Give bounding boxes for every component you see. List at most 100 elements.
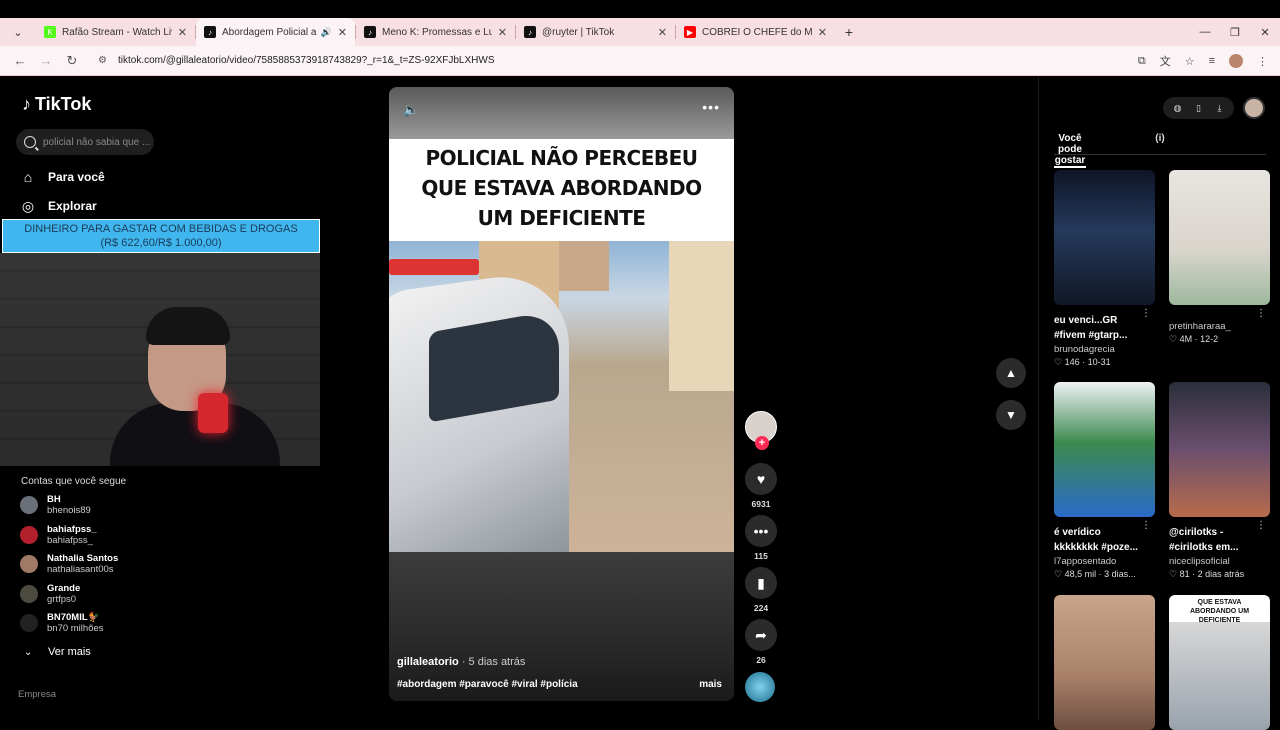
browser-tab[interactable]: ♪ Meno K: Promessas e Lutas no ✕ <box>356 18 515 46</box>
nav-for-you[interactable]: ⌂ Para você <box>20 169 105 185</box>
card-menu-icon[interactable]: ⋮ <box>1256 308 1266 319</box>
more-options-icon[interactable]: ••• <box>702 99 720 115</box>
recommended-video-card[interactable] <box>1054 595 1155 730</box>
like-action[interactable]: ♥ 6931 <box>745 463 777 509</box>
avatar[interactable] <box>20 496 38 514</box>
avatar[interactable] <box>20 584 38 603</box>
video-thumbnail[interactable] <box>1169 382 1270 517</box>
browser-menu-icon[interactable]: ⋮ <box>1257 55 1268 68</box>
download-icon[interactable]: ⤓ <box>1209 97 1230 119</box>
tab-title: Meno K: Promessas e Lutas no <box>382 26 492 38</box>
card-menu-icon[interactable]: ⋮ <box>1256 520 1266 531</box>
author-name[interactable]: gillaleatorio <box>397 656 459 668</box>
video-thumbnail[interactable] <box>1054 595 1155 730</box>
site-info-icon[interactable]: ⚙ <box>98 55 112 66</box>
bookmark-icon[interactable]: ▮ <box>745 567 777 599</box>
avatar[interactable] <box>20 555 38 573</box>
recommended-video-card[interactable]: QUE ESTAVA ABORDANDO UM DEFICIENTE <box>1169 595 1270 730</box>
profile-avatar[interactable] <box>1229 54 1243 68</box>
device-icon[interactable]: ▯ <box>1188 97 1209 119</box>
video-player[interactable]: POLICIAL NÃO PERCEBEU QUE ESTAVA ABORDAN… <box>389 87 734 701</box>
card-username[interactable]: l7apposentado <box>1054 555 1155 568</box>
user-avatar[interactable] <box>1243 97 1265 119</box>
share-icon[interactable]: ➦ <box>745 619 777 651</box>
tab-close-icon[interactable]: ✕ <box>818 26 827 39</box>
followed-account[interactable]: bahiafpss_ bahiafpss_ <box>20 524 97 546</box>
browser-tab[interactable]: K Rafão Stream - Watch Live on K ✕ <box>36 18 195 46</box>
close-window-icon[interactable]: ✕ <box>1250 26 1280 39</box>
save-action[interactable]: ▮ 224 <box>745 567 777 613</box>
browser-toolbar: ← → ↻ ⚙ tiktok.com/@gillaleatorio/video/… <box>0 46 1280 76</box>
search-placeholder: policial não sabia que ... <box>43 136 151 148</box>
card-title[interactable]: é verídico <box>1054 525 1155 540</box>
previous-video-button[interactable]: ▲ <box>996 358 1026 388</box>
video-thumbnail[interactable] <box>1054 382 1155 517</box>
video-thumbnail[interactable]: QUE ESTAVA ABORDANDO UM DEFICIENTE <box>1169 595 1270 730</box>
reload-icon[interactable]: ↻ <box>60 53 84 69</box>
card-title[interactable]: eu venci...GR <box>1054 313 1155 328</box>
video-thumbnail[interactable] <box>1169 170 1270 305</box>
music-disc-icon[interactable] <box>745 672 775 702</box>
browser-tab[interactable]: ♪ Abordagem Policial a Defici 🔊 ✕ <box>196 18 355 46</box>
avatar[interactable] <box>20 525 38 544</box>
card-menu-icon[interactable]: ⋮ <box>1141 520 1151 531</box>
recommended-video-card[interactable]: é verídico kkkkkkkk #poze... l7apposentado… <box>1054 382 1155 580</box>
nav-explore[interactable]: ◎ Explorar <box>20 198 97 214</box>
search-input[interactable]: policial não sabia que ... <box>16 129 154 155</box>
video-top-area <box>389 87 734 139</box>
recommended-video-card[interactable]: eu venci...GR #fivem #gtarp... brunodagrec… <box>1054 170 1155 368</box>
video-thumbnail[interactable] <box>1054 170 1155 305</box>
tab-audio-icon[interactable]: 🔊 <box>321 27 332 38</box>
comment-icon[interactable]: ••• <box>745 515 777 547</box>
share-action[interactable]: ➦ 26 <box>745 619 777 665</box>
account-handle: nathaliasant00s <box>47 564 114 575</box>
see-more-button[interactable]: ⌄ Ver mais <box>24 646 91 658</box>
card-title-line2[interactable]: kkkkkkkk #poze... <box>1054 540 1155 555</box>
coins-icon[interactable]: ◍ <box>1167 97 1188 119</box>
minimize-icon[interactable]: — <box>1190 26 1220 38</box>
nav-label: Para você <box>48 170 105 184</box>
creator-avatar[interactable]: + <box>745 411 777 450</box>
company-link[interactable]: Empresa <box>18 689 56 700</box>
volume-icon[interactable]: 🔈 <box>403 102 419 118</box>
card-title-line2[interactable]: #fivem #gtarp... <box>1054 328 1155 343</box>
tab-search-icon[interactable]: ⌄ <box>0 18 36 46</box>
address-bar[interactable]: ⚙ tiktok.com/@gillaleatorio/video/758588… <box>92 49 1152 72</box>
bookmark-star-icon[interactable]: ☆ <box>1185 55 1195 68</box>
card-username[interactable]: brunodagrecia <box>1054 343 1155 356</box>
followed-account[interactable]: BN70MIL🐓 bn70 milhões <box>20 612 104 634</box>
recommended-video-card[interactable]: pretinhararaa_ ♡ 4M · 12-2 ⋮ <box>1169 170 1270 345</box>
tab-close-icon[interactable]: ✕ <box>338 26 347 39</box>
video-author[interactable]: gillaleatorio · 5 dias atrás <box>397 656 525 668</box>
avatar[interactable] <box>20 614 38 632</box>
followed-account[interactable]: Grande grtfps0 <box>20 583 80 605</box>
tiktok-logo[interactable]: ♪ TikTok <box>22 94 91 115</box>
follow-plus-icon[interactable]: + <box>755 436 769 450</box>
forward-icon[interactable]: → <box>34 53 58 68</box>
translate-icon[interactable]: 文 <box>1160 53 1171 69</box>
restore-icon[interactable]: ❐ <box>1220 26 1250 39</box>
followed-account[interactable]: BH bhenois89 <box>20 494 91 516</box>
tab-close-icon[interactable]: ✕ <box>498 26 507 39</box>
card-title-line2[interactable]: #cirilotks em... <box>1169 540 1270 555</box>
video-hashtags[interactable]: #abordagem #paravocê #viral #polícia <box>397 679 578 690</box>
card-menu-icon[interactable]: ⋮ <box>1141 308 1151 319</box>
next-video-button[interactable]: ▼ <box>996 400 1026 430</box>
new-tab-icon[interactable]: + <box>835 24 863 40</box>
browser-tab[interactable]: ▶ COBREI O CHEFE do MORRO ✕ <box>676 18 835 46</box>
heart-icon[interactable]: ♥ <box>745 463 777 495</box>
followed-account[interactable]: Nathalia Santos nathaliasant00s <box>20 553 118 575</box>
back-icon[interactable]: ← <box>8 53 32 68</box>
more-description-button[interactable]: mais <box>699 679 722 690</box>
tab-close-icon[interactable]: ✕ <box>178 26 187 39</box>
install-app-icon[interactable]: ⧉ <box>1138 55 1146 68</box>
tab-you-may-like[interactable]: Você pode gostar <box>1054 133 1086 168</box>
recommended-video-card[interactable]: @cirilotks - #cirilotks em... niceclipsofi… <box>1169 382 1270 580</box>
media-control-icon[interactable]: ≡ <box>1209 55 1215 67</box>
comment-action[interactable]: ••• 115 <box>745 515 777 561</box>
card-title[interactable]: @cirilotks - <box>1169 525 1270 540</box>
card-username[interactable]: pretinhararaa_ <box>1169 320 1270 333</box>
browser-tab[interactable]: ♪ @ruyter | TikTok ✕ <box>516 18 675 46</box>
card-username[interactable]: niceclipsoficial <box>1169 555 1270 568</box>
tab-close-icon[interactable]: ✕ <box>658 26 667 39</box>
